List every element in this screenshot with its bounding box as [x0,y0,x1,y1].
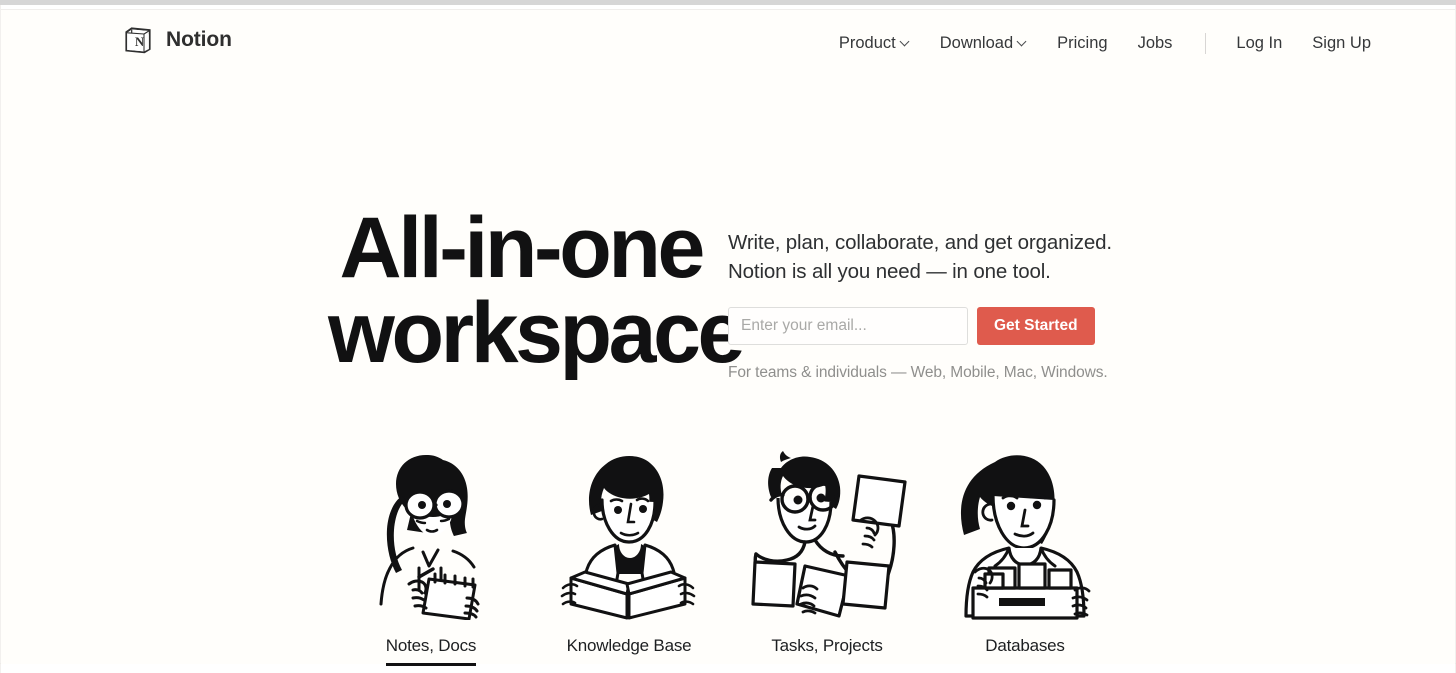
platforms-note: For teams & individuals — Web, Mobile, M… [728,364,1108,382]
feature-label-knowledge-base: Knowledge Base [566,636,692,655]
person-reading-book-illustration [549,448,709,620]
woman-writing-notebook-illustration [357,448,505,620]
feature-tabs: Notes, Docs Knowledge Base Tasks, Projec… [1,448,1455,666]
browser-top-strip [0,0,1456,5]
headline-line-2: workspace [328,285,745,382]
brand-logo-link[interactable]: N Notion [123,25,232,55]
landing-page: N Notion Product Download Pricing Jobs L… [1,10,1455,666]
feature-label-databases: Databases [985,636,1065,655]
feature-label-tasks-projects: Tasks, Projects [771,636,883,655]
headline-line-1: All-in-one [339,200,706,296]
feature-tab-knowledge-base[interactable]: Knowledge Base [530,448,728,666]
woman-file-drawer-illustration [939,448,1111,620]
signup-form: Get Started [728,307,1128,346]
hero-subheadline: Write, plan, collaborate, and get organi… [728,228,1128,286]
subhead-line-2: Notion is all you need — in one tool. [728,260,1051,284]
feature-tab-notes-docs[interactable]: Notes, Docs [332,448,530,666]
hero-section: All-in-one workspace Write, plan, collab… [1,200,1455,382]
nav-item-product[interactable]: Product [839,34,910,53]
nav-item-download[interactable]: Download [940,34,1027,53]
nav-label-jobs: Jobs [1137,33,1173,52]
subhead-line-1: Write, plan, collaborate, and get organi… [728,231,1112,254]
page-title: All-in-one workspace [328,200,745,382]
nav-label-login: Log In [1236,33,1283,52]
hero-signup-column: Write, plan, collaborate, and get organi… [728,206,1128,382]
email-field[interactable] [728,307,968,346]
hero-headline-column: All-in-one workspace [328,200,745,382]
feature-tab-tasks-projects[interactable]: Tasks, Projects [728,448,926,666]
brand-name: Notion [166,28,232,51]
feature-label-notes-docs: Notes, Docs [385,636,476,666]
feature-tab-databases[interactable]: Databases [926,448,1124,666]
nav-item-jobs[interactable]: Jobs [1138,34,1173,53]
nav-label-download: Download [939,33,1014,52]
nav-item-pricing[interactable]: Pricing [1057,34,1107,53]
chevron-down-icon [1018,37,1027,46]
notion-cube-icon: N [123,25,153,55]
get-started-button[interactable]: Get Started [977,307,1095,346]
site-header: N Notion Product Download Pricing Jobs L… [1,10,1455,78]
nav-item-signup[interactable]: Sign Up [1312,34,1371,53]
nav-label-product: Product [838,33,896,52]
main-navigation: Product Download Pricing Jobs Log In Sig… [839,30,1371,56]
chevron-down-icon [901,37,910,46]
nav-label-signup: Sign Up [1312,33,1371,52]
person-holding-cards-illustration [743,448,911,620]
nav-item-login[interactable]: Log In [1236,34,1282,53]
nav-label-pricing: Pricing [1057,33,1108,52]
nav-divider [1205,32,1207,54]
svg-text:N: N [135,35,144,49]
